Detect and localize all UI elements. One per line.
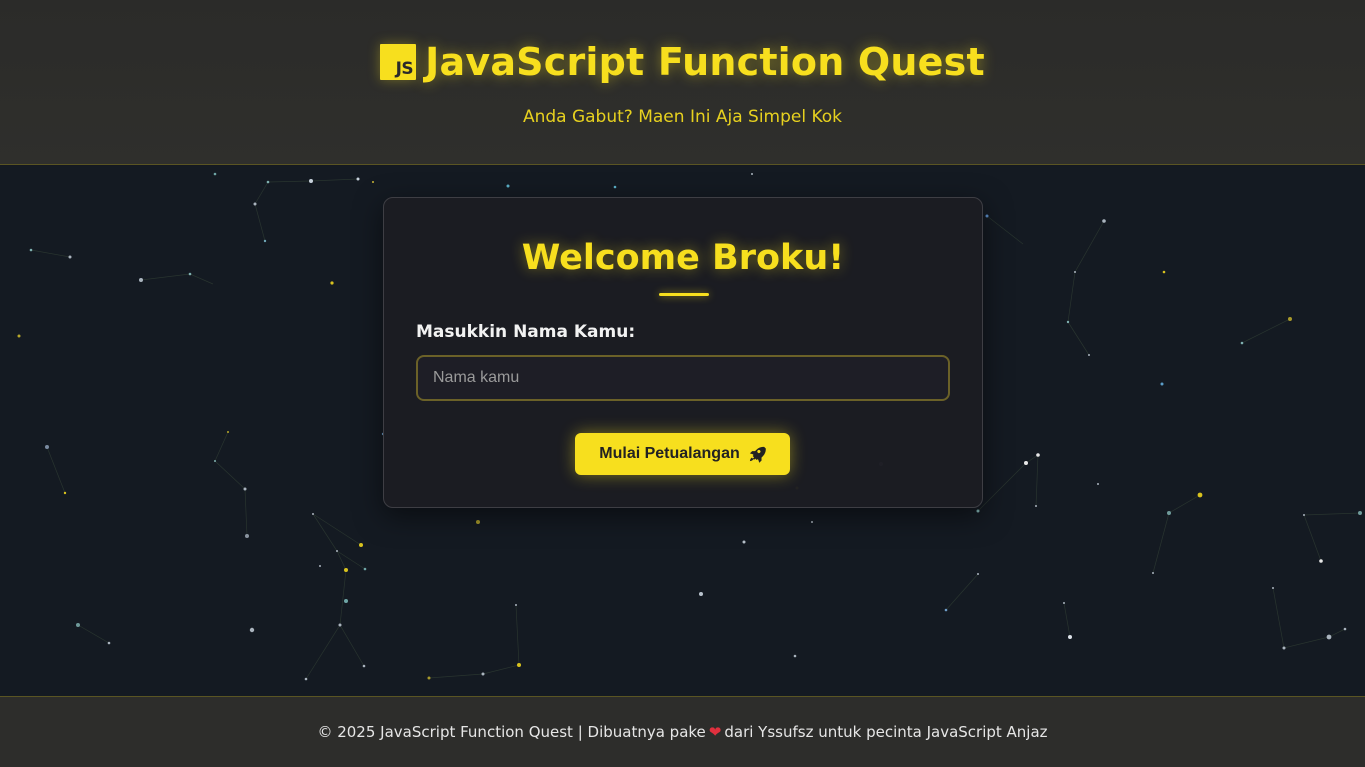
heart-icon: ❤	[708, 723, 722, 741]
title-row: JS JavaScript Function Quest	[0, 40, 1365, 84]
heading-underline	[659, 293, 709, 296]
start-button-label: Mulai Petualangan	[599, 445, 740, 462]
rocket-icon	[749, 446, 766, 463]
main-area: Welcome Broku! Masukkin Nama Kamu: Mulai…	[0, 166, 1365, 696]
footer-text-after: dari Yssufsz untuk pecinta JavaScript An…	[724, 723, 1048, 741]
welcome-card: Welcome Broku! Masukkin Nama Kamu: Mulai…	[383, 197, 983, 508]
site-header: JS JavaScript Function Quest Anda Gabut?…	[0, 0, 1365, 165]
welcome-heading: Welcome Broku!	[521, 238, 845, 278]
start-adventure-button[interactable]: Mulai Petualangan	[575, 433, 790, 475]
name-label: Masukkin Nama Kamu:	[416, 322, 636, 342]
name-input[interactable]	[416, 355, 950, 401]
footer-text-before: © 2025 JavaScript Function Quest | Dibua…	[317, 723, 706, 741]
site-footer: © 2025 JavaScript Function Quest | Dibua…	[0, 696, 1365, 767]
logo-text: JS	[395, 59, 414, 79]
app-title: JavaScript Function Quest	[425, 40, 985, 84]
javascript-logo-icon: JS	[380, 44, 417, 80]
app-subtitle: Anda Gabut? Maen Ini Aja Simpel Kok	[522, 107, 843, 127]
